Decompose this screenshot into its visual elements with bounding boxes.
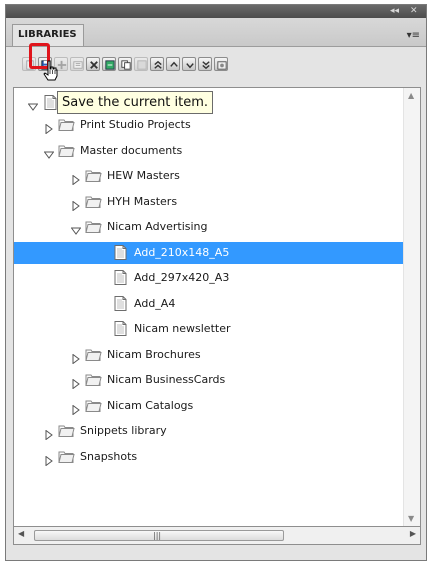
move-down-button[interactable] bbox=[182, 57, 196, 71]
hand-cursor-icon bbox=[43, 60, 58, 81]
collapsed-triangle-icon[interactable] bbox=[71, 171, 81, 186]
document-icon bbox=[112, 244, 129, 260]
collapsed-triangle-icon[interactable] bbox=[44, 120, 54, 135]
vertical-scrollbar[interactable]: ▲ ▼ bbox=[403, 88, 420, 526]
tree-document[interactable]: Nicam newsletter bbox=[14, 318, 404, 340]
folder-icon bbox=[58, 423, 75, 438]
library-tree: Print Studio Projects Master documents HEW… bbox=[13, 87, 421, 527]
move-up-icon bbox=[170, 61, 178, 67]
folder-icon bbox=[58, 449, 75, 464]
tree-item-label: Add_A4 bbox=[134, 296, 176, 310]
grip-icon: ||| bbox=[153, 531, 162, 540]
move-button[interactable] bbox=[102, 57, 116, 71]
panel-menu-icon[interactable]: ▾≡ bbox=[407, 30, 420, 41]
collapsed-triangle-icon[interactable] bbox=[44, 426, 54, 441]
move-up-button[interactable] bbox=[166, 57, 180, 71]
expanded-triangle-icon[interactable] bbox=[70, 222, 82, 235]
tree-folder[interactable]: Snippets library bbox=[14, 420, 404, 442]
document-icon bbox=[112, 295, 129, 311]
move-top-icon bbox=[154, 60, 162, 69]
tree-folder[interactable]: Snapshots bbox=[14, 446, 404, 468]
scroll-right-icon[interactable]: ▶ bbox=[410, 529, 416, 538]
move-icon bbox=[105, 60, 115, 70]
delete-button[interactable] bbox=[86, 57, 100, 71]
tree-item-label: Nicam newsletter bbox=[134, 322, 231, 335]
tree-folder[interactable]: Nicam Brochures bbox=[14, 344, 404, 366]
tree-item-label: Snapshots bbox=[80, 449, 138, 463]
document-icon bbox=[112, 321, 129, 336]
folder-icon bbox=[85, 398, 102, 413]
tree-item-label: Add_210x148_A5 bbox=[134, 245, 230, 259]
tree-item-label: Print Studio Projects bbox=[80, 118, 191, 131]
folder-icon bbox=[85, 194, 102, 209]
collapsed-triangle-icon[interactable] bbox=[71, 375, 81, 390]
collapsed-triangle-icon[interactable] bbox=[44, 452, 54, 466]
properties-icon bbox=[73, 61, 83, 69]
paste-button[interactable] bbox=[134, 57, 148, 71]
settings-button[interactable] bbox=[214, 57, 228, 71]
copy-button[interactable] bbox=[118, 57, 132, 71]
tree-folder[interactable]: Master documents bbox=[14, 140, 404, 162]
folder-icon bbox=[85, 168, 102, 183]
folder-icon bbox=[58, 143, 75, 158]
tree-document[interactable]: Add_297x420_A3 bbox=[14, 267, 404, 289]
collapse-icon[interactable]: ◂◂ bbox=[390, 5, 399, 18]
close-icon[interactable]: ✕ bbox=[410, 5, 418, 18]
tree-item-label: Add_297x420_A3 bbox=[134, 271, 230, 284]
tree-item-label: HYH Masters bbox=[107, 194, 178, 208]
folder-icon bbox=[85, 372, 102, 387]
collapsed-triangle-icon[interactable] bbox=[71, 197, 81, 211]
horizontal-scrollbar[interactable]: ◀ ||| ▶ bbox=[13, 527, 421, 545]
tree-item-label: Nicam Catalogs bbox=[107, 398, 194, 412]
copy-icon bbox=[121, 60, 131, 70]
folder-icon bbox=[85, 219, 102, 234]
move-bottom-icon bbox=[202, 61, 210, 70]
tree-folder[interactable]: Nicam Catalogs bbox=[14, 395, 404, 417]
collapsed-triangle-icon[interactable] bbox=[71, 401, 81, 415]
tree-item-label: Master documents bbox=[80, 143, 183, 157]
expanded-triangle-icon[interactable] bbox=[43, 146, 55, 159]
scroll-up-icon[interactable]: ▲ bbox=[408, 91, 414, 100]
scroll-thumb[interactable]: ||| bbox=[34, 530, 284, 541]
folder-icon bbox=[58, 117, 75, 132]
tree-folder[interactable]: HEW Masters bbox=[14, 165, 404, 187]
tree-folder[interactable]: Nicam BusinessCards bbox=[14, 369, 404, 391]
settings-icon bbox=[217, 61, 227, 70]
folder-icon bbox=[85, 347, 102, 362]
tree-item-label: Nicam Brochures bbox=[107, 347, 201, 361]
tree-folder[interactable]: Print Studio Projects bbox=[14, 114, 404, 136]
panel-titlebar: ◂◂ ✕ bbox=[6, 5, 426, 18]
tooltip: Save the current item. bbox=[57, 91, 214, 114]
move-top-button[interactable] bbox=[150, 57, 164, 71]
scroll-down-icon[interactable]: ▼ bbox=[408, 514, 414, 523]
tree-item-label: Snippets library bbox=[80, 424, 167, 437]
move-down-icon bbox=[186, 63, 194, 69]
expanded-triangle-icon[interactable] bbox=[27, 98, 39, 111]
tree-folder[interactable]: Nicam Advertising bbox=[14, 216, 404, 238]
tree-document[interactable]: Add_A4 bbox=[14, 293, 404, 315]
tree-item-label: Nicam BusinessCards bbox=[107, 373, 226, 386]
tab-bar: LIBRARIES ▾≡ bbox=[6, 18, 426, 47]
scroll-left-icon[interactable]: ◀ bbox=[18, 529, 24, 538]
tree-item-label: HEW Masters bbox=[107, 169, 180, 182]
tree-item-label: Nicam Advertising bbox=[107, 220, 208, 233]
collapsed-triangle-icon[interactable] bbox=[71, 350, 81, 364]
tree-folder[interactable]: HYH Masters bbox=[14, 191, 404, 213]
tree-document[interactable]: Add_210x148_A5 bbox=[14, 241, 404, 264]
paste-icon bbox=[137, 60, 147, 70]
properties-button[interactable] bbox=[70, 57, 84, 71]
move-bottom-button[interactable] bbox=[198, 57, 212, 71]
document-icon bbox=[112, 270, 129, 285]
delete-icon bbox=[90, 61, 98, 69]
